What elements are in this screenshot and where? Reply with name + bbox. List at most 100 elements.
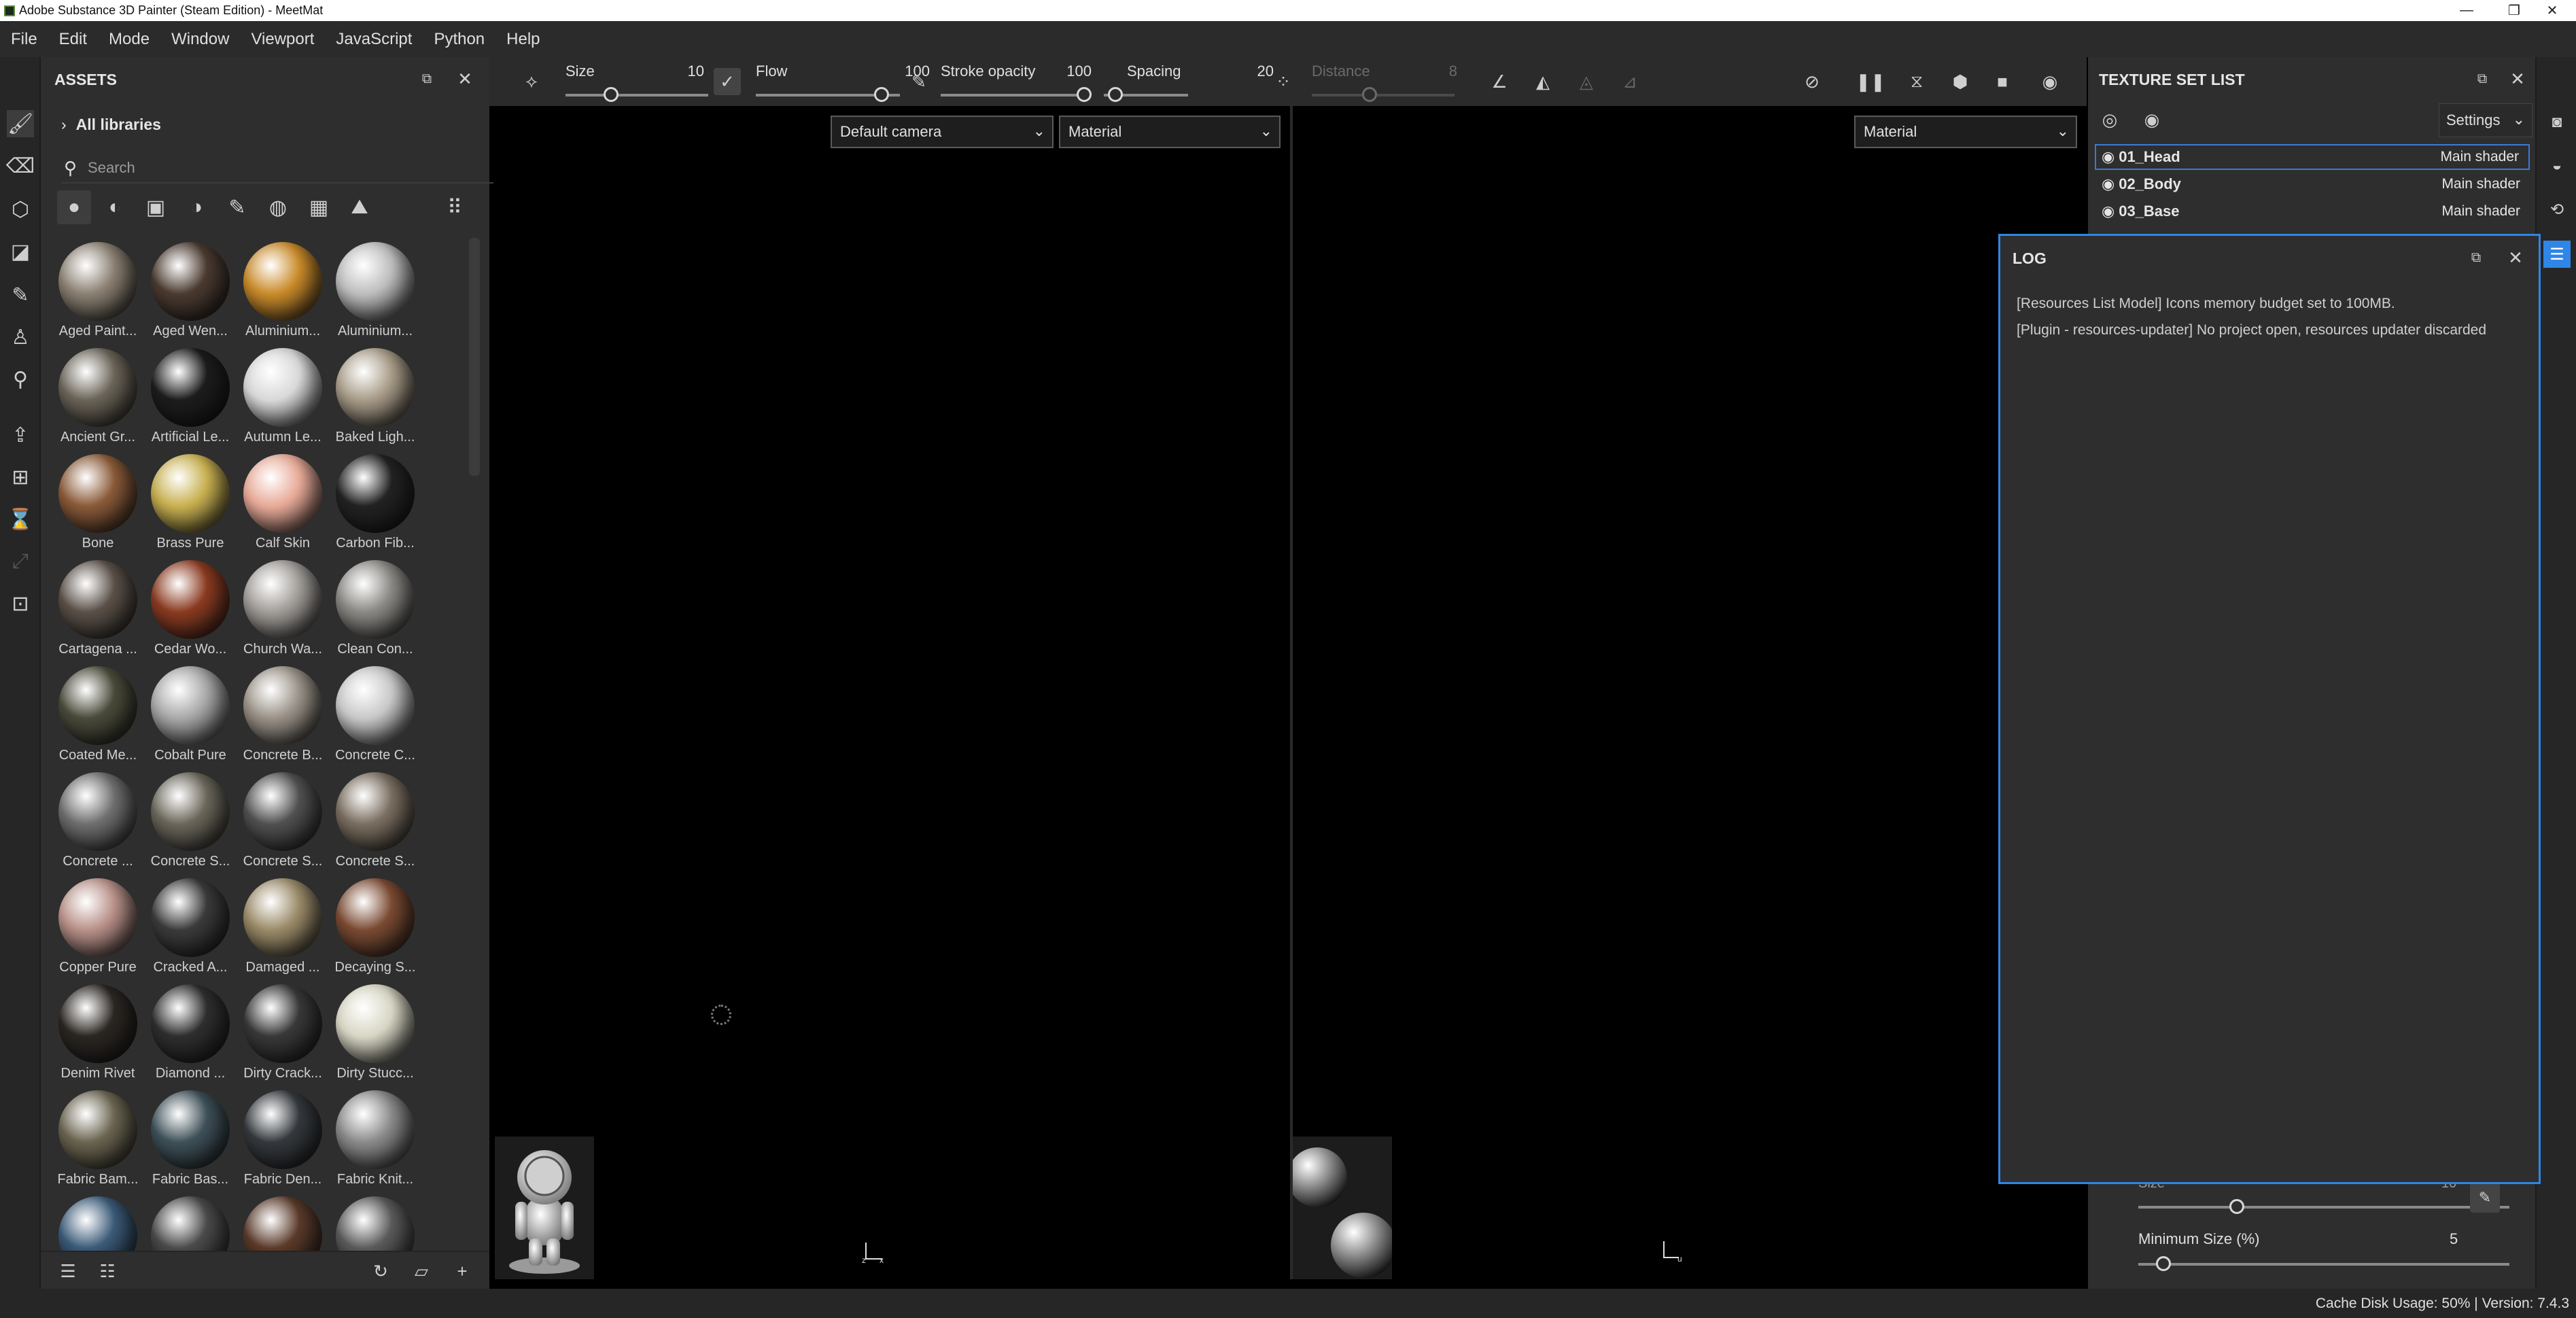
material-thumbnail[interactable]: Aged Paint... — [52, 242, 143, 348]
material-thumbnail[interactable]: Ancient Gr... — [52, 348, 143, 454]
camera-dropdown[interactable]: Default camera ⌄ — [831, 116, 1054, 148]
material-thumbnail[interactable]: Decaying S... — [329, 878, 420, 984]
spacing-value[interactable]: 20 — [1233, 63, 1274, 80]
history-tab-icon[interactable]: ⟲ — [2543, 196, 2571, 223]
split-view-icon[interactable]: ⧖ — [1903, 68, 1930, 95]
material-thumbnail[interactable]: Clean Con... — [329, 560, 420, 666]
filter-environments-icon[interactable]: ⛰ — [343, 190, 377, 224]
mirror-y-icon[interactable]: ◬ — [1573, 68, 1600, 95]
material-thumbnail[interactable]: Fabric Bas... — [144, 1090, 235, 1196]
display-settings-tab-icon[interactable]: ◒ — [2543, 152, 2571, 179]
tree-view-icon[interactable]: ☷ — [94, 1258, 121, 1285]
bake-tool-icon[interactable]: ⇪ — [7, 421, 34, 449]
material-thumbnail[interactable]: Concrete S... — [237, 772, 328, 878]
float-panel-icon[interactable]: ⧉ — [2469, 65, 2496, 92]
minimum-size-slider[interactable] — [2138, 1263, 2509, 1266]
assets-scrollbar[interactable] — [469, 238, 480, 476]
menu-edit[interactable]: Edit — [48, 30, 98, 49]
material-thumbnail[interactable]: Dirty Stucc... — [329, 984, 420, 1090]
spacing-slider-knob[interactable] — [1108, 87, 1123, 102]
material-thumbnail[interactable]: Copper Pure — [52, 878, 143, 984]
material-thumbnail[interactable]: Fabric Knit... — [329, 1090, 420, 1196]
mirror-z-icon[interactable]: ⊿ — [1616, 68, 1643, 95]
filter-materials-icon[interactable]: ● — [57, 190, 91, 224]
texture-set-row[interactable]: ◉ 01_Head Main shader — [2095, 144, 2530, 170]
screenshot-tool-icon[interactable]: ⊡ — [7, 590, 34, 617]
smudge-tool-icon[interactable]: ✎ — [7, 281, 34, 309]
filter-masks-icon[interactable]: ▣ — [139, 190, 173, 224]
close-button[interactable]: ✕ — [2528, 0, 2576, 21]
environment-preview-thumbnail[interactable] — [1293, 1137, 1392, 1279]
clone-tool-icon[interactable]: ♙ — [7, 324, 34, 351]
material-thumbnail[interactable]: Aged Wen... — [144, 242, 235, 348]
material-thumbnail[interactable]: Baked Ligh... — [329, 348, 420, 454]
transform-tool-icon[interactable]: ⤢ — [7, 548, 34, 575]
angle-icon[interactable]: ∠ — [1486, 68, 1513, 95]
menu-window[interactable]: Window — [160, 30, 240, 49]
pressure-flow-icon[interactable]: ✎ — [905, 68, 933, 95]
filter-particles-icon[interactable]: ◍ — [261, 190, 295, 224]
lazy-mouse-icon[interactable]: ⁘ — [1270, 68, 1297, 95]
material-thumbnail[interactable]: Aluminium... — [237, 242, 328, 348]
texture-set-row[interactable]: ◉ 02_Body Main shader — [2095, 171, 2530, 197]
eye-icon[interactable]: ◉ — [2102, 203, 2114, 220]
texture-set-list-tab-icon[interactable]: ◙ — [2543, 109, 2571, 136]
material-thumbnail[interactable]: Damaged ... — [237, 878, 328, 984]
material-thumbnail[interactable]: Denim Rivet — [52, 984, 143, 1090]
material-thumbnail[interactable]: Church Wa... — [237, 560, 328, 666]
menu-viewport[interactable]: Viewport — [240, 30, 325, 49]
material-thumbnail[interactable]: Concrete B... — [237, 666, 328, 772]
model-preview-thumbnail[interactable] — [495, 1137, 594, 1279]
material-thumbnail[interactable]: Concrete C... — [329, 666, 420, 772]
stroke-opacity-slider[interactable] — [941, 94, 1089, 97]
size-slider[interactable] — [565, 94, 708, 97]
material-thumbnail[interactable]: Fabric Den... — [237, 1090, 328, 1196]
pressure-size-icon[interactable]: ✎ — [2470, 1183, 2500, 1213]
material-thumbnail[interactable]: Autumn Le... — [237, 348, 328, 454]
material-thumbnail[interactable]: Concrete S... — [144, 772, 235, 878]
material-thumbnail[interactable]: Diamond ... — [144, 984, 235, 1090]
shader-name[interactable]: Main shader — [2440, 149, 2519, 165]
log-tab-icon[interactable]: ☰ — [2543, 241, 2571, 268]
screenshot-icon[interactable]: ◉ — [2036, 68, 2064, 95]
filter-brushes-icon[interactable]: ✎ — [220, 190, 254, 224]
shader-name[interactable]: Main shader — [2441, 176, 2520, 192]
minimum-size-knob[interactable] — [2156, 1256, 2171, 1271]
material-mode-dropdown-2d[interactable]: Material ⌄ — [1854, 116, 2077, 148]
texture-set-row[interactable]: ◉ 03_Base Main shader — [2095, 198, 2530, 224]
asset-search-field[interactable]: ⚲ Search — [61, 154, 517, 184]
close-panel-icon[interactable]: ✕ — [2504, 65, 2531, 92]
material-thumbnail[interactable]: Cartagena ... — [52, 560, 143, 666]
polygon-fill-tool-icon[interactable]: ◪ — [7, 238, 34, 265]
settings-dropdown[interactable]: Settings ⌄ — [2439, 103, 2533, 137]
menu-python[interactable]: Python — [423, 30, 495, 49]
list-view-icon[interactable]: ☰ — [54, 1258, 82, 1285]
camera-settings-icon[interactable]: ■ — [1989, 68, 2016, 95]
path-tool-icon[interactable]: ⌛ — [7, 506, 34, 533]
material-thumbnail[interactable]: Cobalt Pure — [144, 666, 235, 772]
material-thumbnail[interactable]: Concrete S... — [329, 772, 420, 878]
material-thumbnail[interactable]: Cedar Wo... — [144, 560, 235, 666]
flow-slider-knob[interactable] — [874, 87, 889, 102]
filter-textures-icon[interactable]: ▦ — [302, 190, 336, 224]
menu-file[interactable]: File — [0, 30, 48, 49]
hide-all-icon[interactable]: ◎ — [2096, 106, 2123, 133]
display-mode-icon[interactable]: ⬢ — [1947, 68, 1974, 95]
size-value[interactable]: 10 — [663, 63, 704, 80]
material-thumbnail[interactable]: Dirty Crack... — [237, 984, 328, 1090]
viewport-3d[interactable]: Default camera ⌄ Material ⌄ xz — [493, 106, 1290, 1279]
import-folder-icon[interactable]: ▱ — [408, 1258, 435, 1285]
material-mode-dropdown-3d[interactable]: Material ⌄ — [1059, 116, 1281, 148]
material-thumbnail[interactable]: Coated Me... — [52, 666, 143, 772]
pause-render-icon[interactable]: ❚❚ — [1856, 68, 1885, 95]
eye-icon[interactable]: ◉ — [2102, 148, 2114, 166]
minimum-size-value[interactable]: 5 — [2450, 1230, 2458, 1248]
eye-icon[interactable]: ◉ — [2102, 175, 2114, 193]
hide-ui-icon[interactable]: ⊘ — [1798, 68, 1826, 95]
add-asset-icon[interactable]: + — [449, 1258, 476, 1285]
brush-size-slider[interactable] — [2138, 1206, 2509, 1209]
grid-view-icon[interactable]: ⠿ — [438, 190, 472, 224]
viewport-2d[interactable]: Material ⌄ u — [1293, 106, 2088, 1279]
material-thumbnail[interactable]: Fabric Bam... — [52, 1090, 143, 1196]
show-all-icon[interactable]: ◉ — [2138, 106, 2165, 133]
